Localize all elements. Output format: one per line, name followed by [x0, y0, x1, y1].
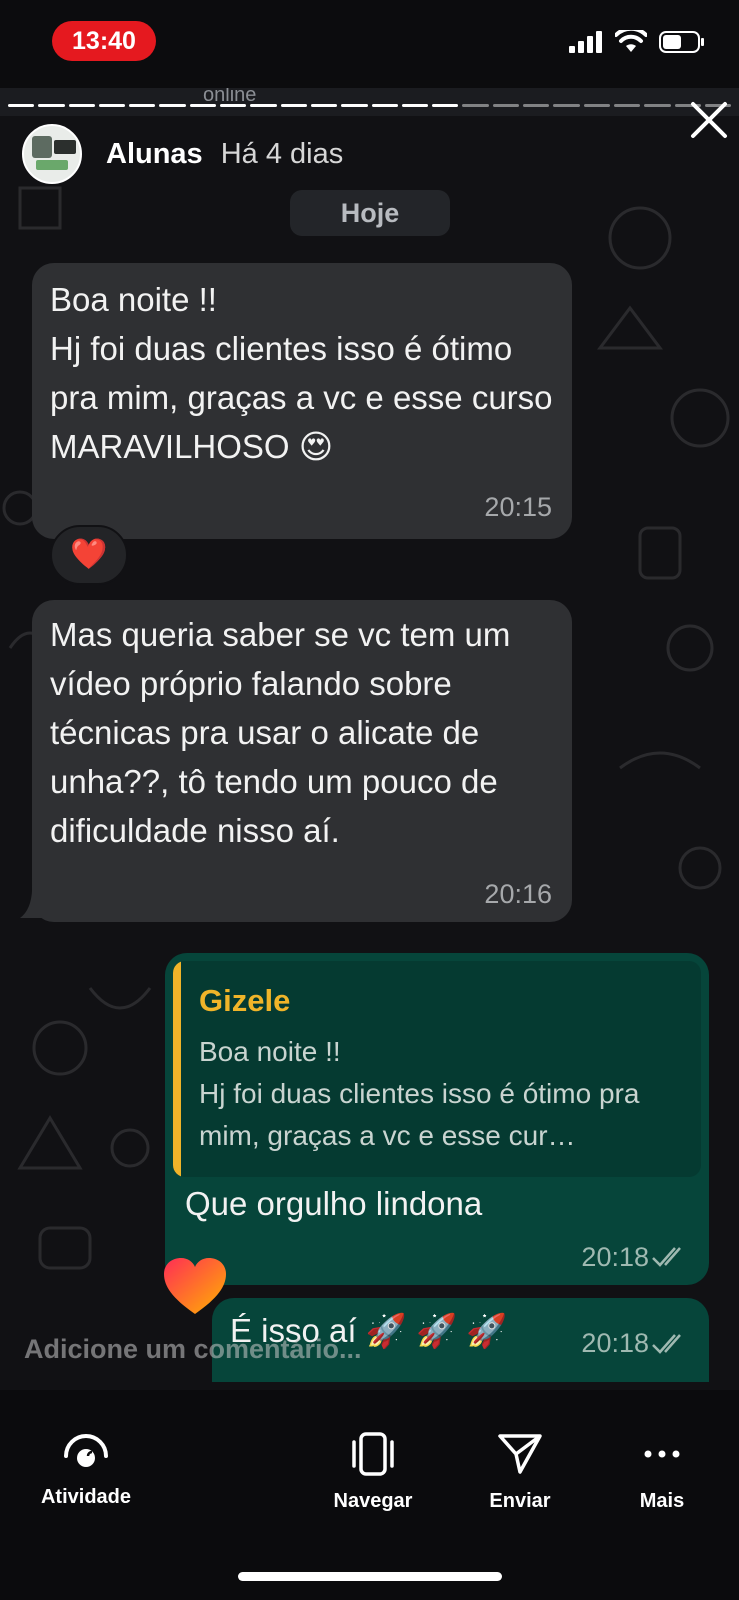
story-progress-segment: [583, 104, 610, 107]
story-progress-segment: [371, 104, 398, 107]
double-check-icon: [652, 1334, 681, 1354]
message-reaction: ❤️: [50, 525, 128, 585]
quote-accent-bar: [173, 961, 181, 1177]
message-bubble-incoming: Mas queria saber se vc tem um vídeo próp…: [32, 600, 572, 922]
nav-label: Enviar: [489, 1490, 551, 1512]
story-progress-segment: [129, 104, 156, 107]
send-icon: [498, 1434, 542, 1474]
message-time: 20:18: [581, 1242, 649, 1272]
message-text: Boa noite !! Hj foi duas clientes isso é…: [50, 281, 553, 465]
story-progress-segment: [613, 104, 641, 107]
nav-more[interactable]: Mais: [612, 1432, 712, 1513]
status-time: 13:40: [52, 21, 156, 61]
close-icon[interactable]: [687, 98, 731, 142]
status-bar: 13:40: [0, 0, 739, 88]
message-bubble-incoming: Boa noite !! Hj foi duas clientes isso é…: [32, 263, 572, 539]
story-progress-segment: [98, 104, 126, 107]
nav-send[interactable]: Enviar: [470, 1432, 570, 1513]
wifi-icon: [615, 30, 647, 52]
story-viewer[interactable]: online Alunas Há 4 dias Hoje Boa noite !…: [0, 88, 739, 1390]
battery-icon: [659, 31, 704, 53]
story-progress-segment: [341, 104, 368, 107]
more-icon: [644, 1450, 680, 1458]
story-progress-segment: [310, 104, 338, 107]
story-progress-segment: [401, 104, 429, 107]
story-progress-segment: [38, 104, 65, 107]
story-header: Alunas Há 4 dias: [22, 122, 722, 186]
nav-navigate[interactable]: Navegar: [323, 1432, 423, 1513]
message-text: Que orgulho lindona: [185, 1185, 483, 1222]
quoted-message: Gizele Boa noite !! Hj foi duas clientes…: [173, 961, 701, 1177]
status-icons: [569, 30, 705, 54]
quote-author: Gizele: [199, 983, 291, 1018]
story-age: Há 4 dias: [220, 137, 344, 170]
nav-label: Navegar: [333, 1490, 413, 1512]
story-progress-segment: [492, 104, 520, 107]
message-time: 20:18: [581, 1328, 649, 1358]
story-progress-segment: [644, 104, 671, 107]
story-progress-segment: [432, 104, 459, 107]
avatar[interactable]: [22, 124, 82, 184]
story-progress: [8, 104, 732, 108]
story-progress-segment: [280, 104, 307, 107]
like-heart-icon[interactable]: [162, 1256, 228, 1318]
message-time: 20:15: [484, 492, 552, 522]
story-progress-segment: [250, 104, 277, 107]
bubble-tail: [20, 878, 50, 918]
comment-input[interactable]: Adicione um comentário...: [24, 1334, 362, 1365]
activity-icon: [64, 1434, 108, 1467]
story-progress-segment: [159, 104, 186, 107]
message-bubble-outgoing: Gizele Boa noite !! Hj foi duas clientes…: [165, 953, 709, 1285]
message-text: Mas queria saber se vc tem um vídeo próp…: [50, 616, 511, 849]
story-progress-segment: [462, 104, 489, 107]
bottom-nav: Atividade Navegar Enviar Mais: [0, 1390, 739, 1600]
story-progress-segment: [68, 104, 95, 107]
story-progress-segment: [189, 104, 217, 107]
nav-label: Atividade: [40, 1486, 132, 1508]
nav-activity[interactable]: Atividade: [36, 1432, 136, 1509]
heart-reaction: ❤️: [70, 538, 108, 571]
quote-text: Boa noite !! Hj foi duas clientes isso é…: [199, 1036, 640, 1151]
home-indicator[interactable]: [238, 1572, 502, 1581]
previous-chat-peek: online: [0, 88, 739, 116]
nav-label: Mais: [639, 1490, 685, 1512]
message-time: 20:16: [484, 879, 552, 909]
story-progress-segment: [8, 104, 35, 107]
date-divider: Hoje: [290, 190, 450, 236]
story-progress-segment: [523, 104, 550, 107]
double-check-icon: [652, 1247, 681, 1267]
story-progress-segment: [220, 104, 247, 107]
story-progress-segment: [553, 104, 580, 107]
story-author[interactable]: Alunas: [106, 138, 203, 171]
cellular-signal-icon: [569, 31, 602, 53]
navigate-icon: [352, 1432, 394, 1476]
